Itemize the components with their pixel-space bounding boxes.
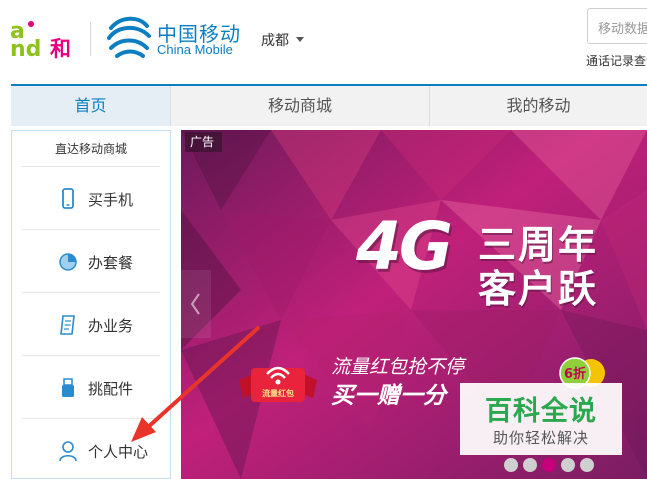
carousel-dot[interactable] [580, 458, 594, 472]
tab-my-mobile[interactable]: 我的移动 [430, 86, 647, 126]
sidebar-item-accessories[interactable]: 挑配件 [22, 356, 160, 419]
baike-watermark: 百科全说 助你轻松解决 [460, 383, 622, 455]
sidebar-item-label: 个人中心 [88, 443, 149, 461]
ad-label: 广告 [185, 132, 223, 152]
carousel-dot[interactable] [523, 458, 537, 472]
carousel-indicator [504, 457, 599, 473]
carousel-dot[interactable] [561, 458, 575, 472]
sidebar-item-label: 办套餐 [88, 254, 134, 272]
sidebar-item-plan[interactable]: 办套餐 [22, 230, 160, 293]
watermark-subtitle: 助你轻松解决 [492, 429, 589, 447]
user-icon [59, 441, 77, 462]
sidebar-title: 直达移动商城 [22, 131, 160, 167]
carousel-dot-active[interactable] [542, 458, 556, 472]
logo-divider [90, 22, 91, 56]
phone-icon [62, 188, 74, 209]
banner-subtitle-2: 买一赠一分 [331, 383, 446, 409]
sidebar-item-label: 办业务 [88, 317, 134, 335]
svg-text:nd: nd [10, 37, 41, 60]
svg-text:6折: 6折 [564, 366, 586, 382]
red-packet-icon: 流量红包 [239, 366, 317, 402]
main-nav: 首页 移动商城 我的移动 [11, 84, 647, 126]
svg-text:流量红包: 流量红包 [262, 388, 294, 398]
china-mobile-logo-icon[interactable] [103, 12, 155, 64]
pie-chart-icon [59, 253, 77, 271]
document-icon [60, 315, 75, 335]
banner-4g-text: 4G [356, 208, 453, 285]
call-record-link[interactable]: 通话记录查询 [586, 52, 647, 69]
sidebar-item-buy-phone[interactable]: 买手机 [22, 167, 160, 230]
tab-mall[interactable]: 移动商城 [171, 86, 430, 126]
city-selector[interactable]: 成都 [261, 30, 289, 50]
banner-subtitle-1: 流量红包抢不停 [331, 356, 465, 378]
banner-prev-button[interactable] [181, 270, 211, 338]
sidebar-item-user-center[interactable]: 个人中心 [22, 419, 160, 479]
watermark-title: 百科全说 [485, 396, 597, 427]
caret-down-icon[interactable] [296, 37, 304, 42]
tab-home[interactable]: 首页 [11, 86, 171, 126]
site-header: a nd 和 中国移动 China Mobile 成都 移动数据 通话记录查询 [0, 0, 647, 84]
svg-text:和: 和 [50, 37, 71, 60]
sidebar-item-label: 挑配件 [88, 380, 134, 398]
mall-shortcut-sidebar: 直达移动商城 买手机 办套餐 办业务 挑配件 个人中心 [11, 130, 171, 479]
and-logo[interactable]: a nd 和 [10, 16, 80, 60]
brand-name-en[interactable]: China Mobile [157, 42, 233, 57]
banner-headline-2: 客户跃 [478, 267, 599, 311]
carousel-dot[interactable] [504, 458, 518, 472]
sidebar-item-business[interactable]: 办业务 [22, 293, 160, 356]
sidebar-item-label: 买手机 [88, 191, 134, 209]
usb-drive-icon [62, 378, 74, 397]
chevron-left-icon [190, 293, 200, 315]
search-input[interactable]: 移动数据 [587, 8, 647, 44]
